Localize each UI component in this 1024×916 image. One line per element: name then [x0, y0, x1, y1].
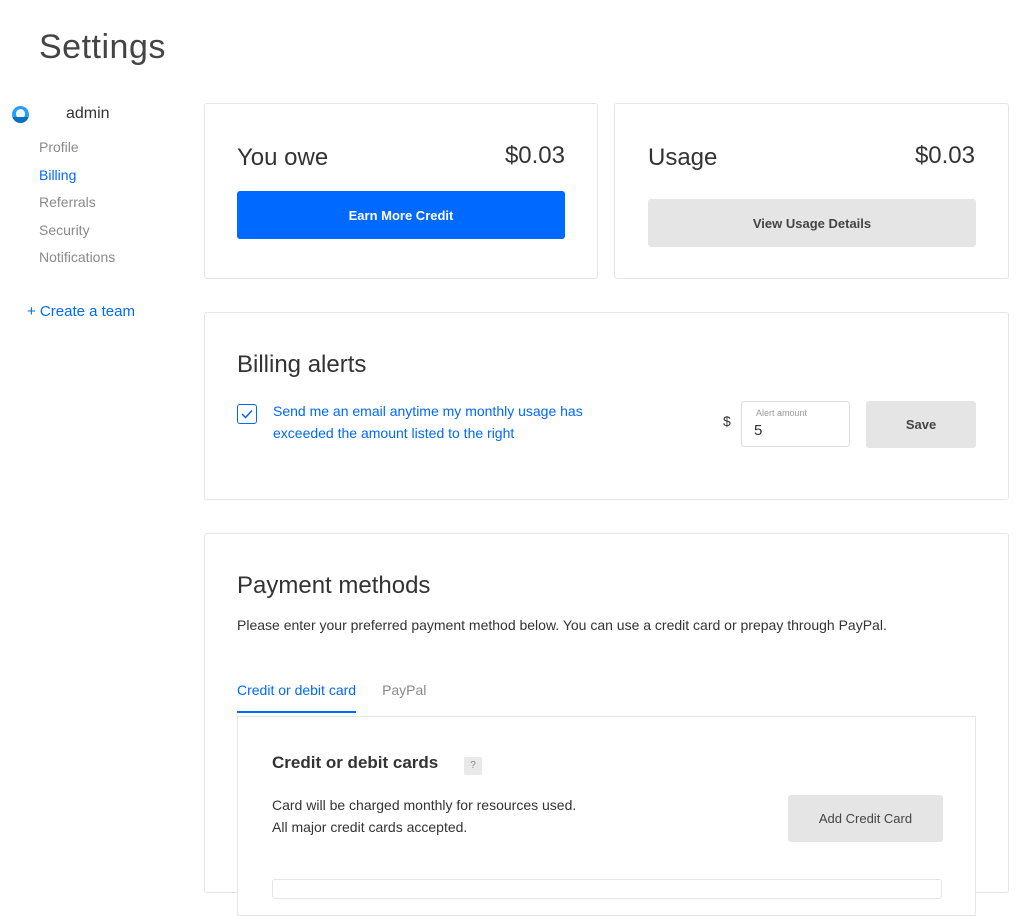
- sidebar-item-billing[interactable]: Billing: [39, 165, 115, 193]
- alert-checkbox-label[interactable]: Send me an email anytime my monthly usag…: [273, 400, 633, 444]
- currency-symbol: $: [723, 413, 731, 429]
- balance-label: You owe: [237, 144, 329, 171]
- billing-alerts-card: Billing alerts Send me an email anytime …: [204, 312, 1009, 500]
- balance-amount: $0.03: [504, 142, 565, 169]
- payment-methods-description: Please enter your preferred payment meth…: [237, 617, 887, 633]
- alert-checkbox[interactable]: [237, 404, 257, 424]
- sidebar-item-notifications[interactable]: Notifications: [39, 247, 115, 275]
- credit-cards-desc-line1: Card will be charged monthly for resourc…: [272, 797, 577, 813]
- balance-card: You owe $0.03 Earn More Credit: [204, 103, 598, 279]
- credit-cards-title: Credit or debit cards: [272, 753, 439, 772]
- alert-amount-label: Alert amount: [756, 408, 808, 418]
- usage-card: Usage $0.03 View Usage Details: [614, 103, 1009, 279]
- earn-more-credit-button[interactable]: Earn More Credit: [237, 191, 565, 239]
- add-credit-card-button[interactable]: Add Credit Card: [788, 795, 943, 842]
- billing-alerts-title: Billing alerts: [237, 351, 367, 378]
- payment-methods-card: Payment methods Please enter your prefer…: [204, 533, 1009, 916]
- alert-amount-field[interactable]: Alert amount: [741, 401, 850, 447]
- help-icon[interactable]: ?: [464, 757, 482, 775]
- view-usage-details-button[interactable]: View Usage Details: [648, 199, 976, 247]
- card-list-placeholder: [272, 879, 942, 899]
- credit-cards-desc-line2: All major credit cards accepted.: [272, 819, 468, 835]
- user-row[interactable]: admin: [12, 105, 110, 123]
- tab-credit-card[interactable]: Credit or debit card: [237, 682, 357, 713]
- credit-cards-panel: Credit or debit cards ? Card will be cha…: [237, 716, 976, 916]
- usage-label: Usage: [648, 144, 718, 171]
- payment-methods-title: Payment methods: [237, 572, 431, 599]
- payment-tabs: Credit or debit card PayPal: [237, 682, 452, 713]
- sidebar-item-referrals[interactable]: Referrals: [39, 192, 115, 220]
- save-button[interactable]: Save: [866, 401, 976, 448]
- sidebar-item-profile[interactable]: Profile: [39, 137, 115, 165]
- usage-amount: $0.03: [914, 142, 975, 169]
- credit-cards-description: Card will be charged monthly for resourc…: [272, 794, 576, 838]
- settings-nav: Profile Billing Referrals Security Notif…: [39, 137, 115, 275]
- checkmark-icon: [241, 409, 253, 419]
- sidebar-item-security[interactable]: Security: [39, 220, 115, 248]
- alert-amount-input[interactable]: [754, 422, 834, 439]
- username[interactable]: admin: [66, 105, 110, 123]
- page-title: Settings: [39, 28, 166, 66]
- avatar[interactable]: [12, 105, 29, 123]
- tab-paypal[interactable]: PayPal: [382, 682, 426, 713]
- create-team-link[interactable]: + Create a team: [27, 303, 135, 320]
